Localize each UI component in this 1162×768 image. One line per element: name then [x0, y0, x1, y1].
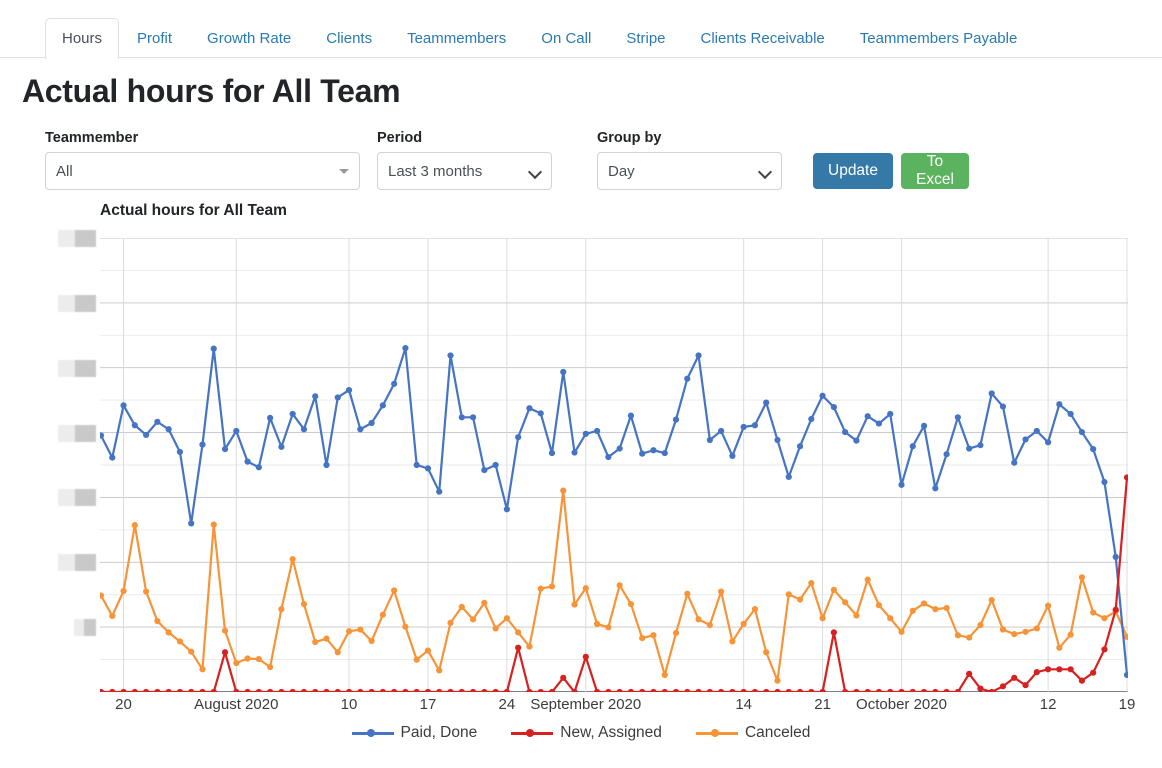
x-axis-tick-label: 14	[735, 696, 753, 713]
y-axis-tick-redacted	[58, 359, 96, 377]
legend-marker-icon	[511, 727, 554, 739]
period-select[interactable]: Last 3 months	[377, 152, 552, 190]
legend-label: Paid, Done	[400, 724, 478, 741]
chart-legend: Paid, Done New, Assigned Canceled	[0, 724, 1162, 742]
chart-plot-area	[100, 238, 1128, 692]
tab-growth-rate[interactable]: Growth Rate	[190, 18, 308, 59]
x-axis-tick-label: October 2020	[856, 696, 947, 713]
x-axis-tick-label: 17	[419, 696, 437, 713]
y-axis-tick-redacted	[58, 294, 96, 312]
tab-on-call[interactable]: On Call	[524, 18, 608, 59]
x-axis-tick-label: 10	[340, 696, 358, 713]
tab-stripe[interactable]: Stripe	[609, 18, 682, 59]
x-axis-tick-label: 21	[814, 696, 831, 713]
x-axis-tick-label: 12	[1039, 696, 1057, 713]
chevron-down-icon	[760, 166, 771, 177]
chart-title: Actual hours for All Team	[100, 202, 287, 219]
teammember-select[interactable]: All	[45, 152, 360, 190]
tab-list: Hours Profit Growth Rate Clients Teammembers…	[45, 4, 1035, 59]
legend-item[interactable]: New, Assigned	[511, 724, 662, 742]
period-value: Last 3 months	[388, 162, 483, 180]
x-axis-tick-label: August 2020	[194, 696, 279, 713]
chevron-down-icon	[530, 166, 541, 177]
teammember-label: Teammember	[45, 130, 139, 146]
legend-item[interactable]: Paid, Done	[351, 724, 478, 742]
series-paid-done	[100, 345, 1128, 679]
x-axis-tick-label: 19	[1118, 696, 1136, 713]
caret-down-icon	[339, 168, 349, 174]
x-axis-labels: 20 August 2020 10 17 24 September 2020 14 21 Oct…	[100, 696, 1135, 720]
tab-teammembers-payable[interactable]: Teammembers Payable	[843, 18, 1035, 59]
tab-hours[interactable]: Hours	[45, 18, 120, 59]
x-axis-tick-label: 20	[115, 696, 132, 713]
y-axis-tick-redacted	[58, 424, 96, 442]
legend-marker-icon	[695, 727, 738, 739]
series-canceled	[100, 487, 1128, 684]
y-axis-tick-redacted	[58, 489, 96, 507]
filter-group-period: Period Last 3 months	[377, 130, 552, 190]
x-axis-tick-label: 24	[498, 696, 516, 713]
groupby-select[interactable]: Day	[597, 152, 782, 190]
legend-item[interactable]: Canceled	[695, 724, 811, 742]
groupby-label: Group by	[597, 130, 662, 146]
tab-bar: Hours Profit Growth Rate Clients Teammembers…	[0, 4, 1162, 59]
tab-clients[interactable]: Clients	[309, 18, 389, 59]
y-axis-labels-redacted	[0, 196, 100, 666]
filter-group-groupby: Group by Day	[597, 130, 782, 190]
action-buttons: Update To Excel	[813, 153, 969, 189]
chart-container: Actual hours for All Team 20 August 2020 1…	[0, 196, 1162, 768]
legend-marker-icon	[351, 727, 394, 739]
y-axis-tick-redacted	[58, 230, 96, 247]
tab-teammembers[interactable]: Teammembers	[390, 18, 523, 59]
update-button[interactable]: Update	[813, 153, 893, 189]
legend-label: New, Assigned	[560, 724, 662, 741]
page-title: Actual hours for All Team	[22, 73, 401, 109]
x-axis-tick-label: September 2020	[530, 696, 642, 713]
y-axis-tick-redacted	[58, 554, 96, 572]
tab-clients-receivable[interactable]: Clients Receivable	[684, 18, 842, 59]
groupby-value: Day	[608, 162, 635, 180]
y-axis-tick-redacted	[74, 619, 96, 637]
filter-group-teammember: Teammember All	[45, 130, 360, 190]
tab-profit[interactable]: Profit	[120, 18, 189, 59]
teammember-value: All	[56, 162, 73, 180]
legend-label: Canceled	[744, 724, 811, 741]
period-label: Period	[377, 130, 423, 146]
to-excel-button[interactable]: To Excel	[900, 153, 969, 189]
